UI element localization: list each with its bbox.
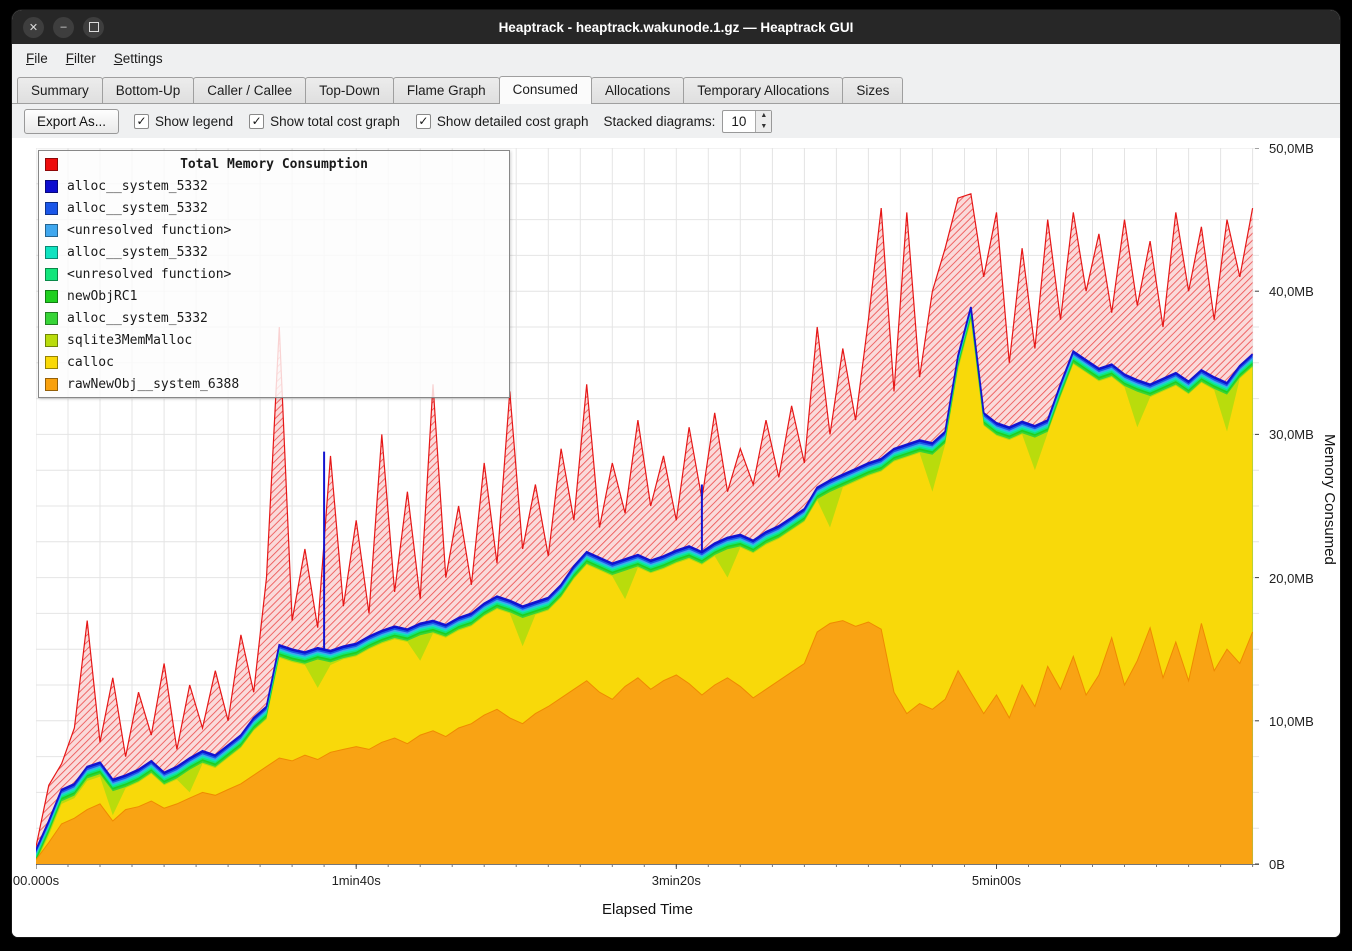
legend-item: <unresolved function> [39,219,509,241]
y-tick-label: 20,0MB [1269,570,1314,587]
menu-file[interactable]: File [18,48,56,69]
legend-swatch [45,268,58,281]
legend-item: newObjRC1 [39,285,509,307]
legend-swatch [45,158,58,171]
menu-filter[interactable]: Filter [58,48,104,69]
legend-swatch [45,202,58,215]
y-tick-label: 40,0MB [1269,283,1314,300]
legend-label: alloc__system_5332 [67,311,208,326]
legend-item: calloc [39,351,509,373]
window-title: Heaptrack - heaptrack.wakunode.1.gz — He… [499,20,854,35]
tab-caller-callee[interactable]: Caller / Callee [193,77,306,103]
x-axis-title: Elapsed Time [568,901,728,918]
stacked-diagrams-spinbox[interactable]: 10 ▲ ▼ [722,110,772,133]
checkbox-label: Show total cost graph [270,114,400,129]
spinbox-buttons: ▲ ▼ [755,111,771,132]
tab-sizes[interactable]: Sizes [842,77,903,103]
legend-swatch [45,378,58,391]
legend-item: alloc__system_5332 [39,307,509,329]
menu-settings[interactable]: Settings [106,48,171,69]
maximize-icon [89,22,99,32]
legend-label: calloc [67,355,114,370]
checkmark-icon: ✓ [134,114,149,129]
legend-swatch [45,356,58,369]
toolbar: Export As... ✓ Show legend ✓ Show total cos… [12,104,1340,138]
legend-item: alloc__system_5332 [39,175,509,197]
x-tick-label: 00.000s [12,873,81,888]
checkmark-icon: ✓ [416,114,431,129]
legend-item: <unresolved function> [39,263,509,285]
minimize-button[interactable]: – [53,17,74,38]
spinbox-value: 10 [723,111,755,132]
legend-label: <unresolved function> [67,223,231,238]
tab-top-down[interactable]: Top-Down [305,77,394,103]
legend-label: sqlite3MemMalloc [67,333,192,348]
legend-swatch [45,312,58,325]
x-tick-label: 1min40s [311,873,401,888]
legend-label: alloc__system_5332 [67,201,208,216]
tab-consumed[interactable]: Consumed [499,76,592,104]
legend-label: newObjRC1 [67,289,137,304]
checkbox-show-detailed-cost-graph[interactable]: ✓ Show detailed cost graph [416,114,589,129]
app-window: ✕ – Heaptrack - heaptrack.wakunode.1.gz … [12,10,1340,937]
spin-down-button[interactable]: ▼ [756,121,771,132]
checkbox-label: Show detailed cost graph [437,114,589,129]
checkbox-label: Show legend [155,114,233,129]
tab-allocations[interactable]: Allocations [591,77,684,103]
legend-label: alloc__system_5332 [67,179,208,194]
legend-item: alloc__system_5332 [39,241,509,263]
maximize-button[interactable] [83,17,104,38]
legend-swatch [45,224,58,237]
tab-summary[interactable]: Summary [17,77,103,103]
y-tick-label: 0B [1269,856,1285,873]
y-axis-title: Memory Consumed [1321,434,1338,565]
stacked-diagrams-group: Stacked diagrams: 10 ▲ ▼ [604,110,773,133]
close-button[interactable]: ✕ [23,17,44,38]
legend-item: sqlite3MemMalloc [39,329,509,351]
menubar: FileFilterSettings [12,44,1340,72]
y-tick-label: 10,0MB [1269,713,1314,730]
checkmark-icon: ✓ [249,114,264,129]
legend-swatch [45,180,58,193]
spin-up-button[interactable]: ▲ [756,111,771,122]
checkbox-show-legend[interactable]: ✓ Show legend [134,114,233,129]
chart-area: Total Memory Consumption alloc__system_53… [12,138,1340,937]
legend-item: rawNewObj__system_6388 [39,373,509,395]
tab-bottom-up[interactable]: Bottom-Up [102,77,195,103]
legend-swatch [45,290,58,303]
legend-label: alloc__system_5332 [67,245,208,260]
y-tick-label: 50,0MB [1269,140,1314,157]
y-tick-label: 30,0MB [1269,426,1314,443]
x-tick-label: 5min00s [951,873,1041,888]
legend-title-row: Total Memory Consumption [39,153,509,175]
titlebar[interactable]: ✕ – Heaptrack - heaptrack.wakunode.1.gz … [12,10,1340,44]
legend-swatch [45,334,58,347]
legend-swatch [45,246,58,259]
export-as-button[interactable]: Export As... [24,109,119,134]
tabbar: SummaryBottom-UpCaller / CalleeTop-DownF… [12,72,1340,104]
tab-temporary-allocations[interactable]: Temporary Allocations [683,77,843,103]
checkbox-show-total-cost-graph[interactable]: ✓ Show total cost graph [249,114,400,129]
legend-item: alloc__system_5332 [39,197,509,219]
x-tick-label: 3min20s [631,873,721,888]
checkbox-group: ✓ Show legend ✓ Show total cost graph ✓ Show … [134,114,589,129]
legend-label: rawNewObj__system_6388 [67,377,239,392]
legend-label: Total Memory Consumption [67,157,481,172]
window-controls: ✕ – [23,10,104,44]
stacked-diagrams-label: Stacked diagrams: [604,114,716,129]
legend-label: <unresolved function> [67,267,231,282]
tab-flame-graph[interactable]: Flame Graph [393,77,500,103]
chart-legend: Total Memory Consumption alloc__system_53… [38,150,510,398]
